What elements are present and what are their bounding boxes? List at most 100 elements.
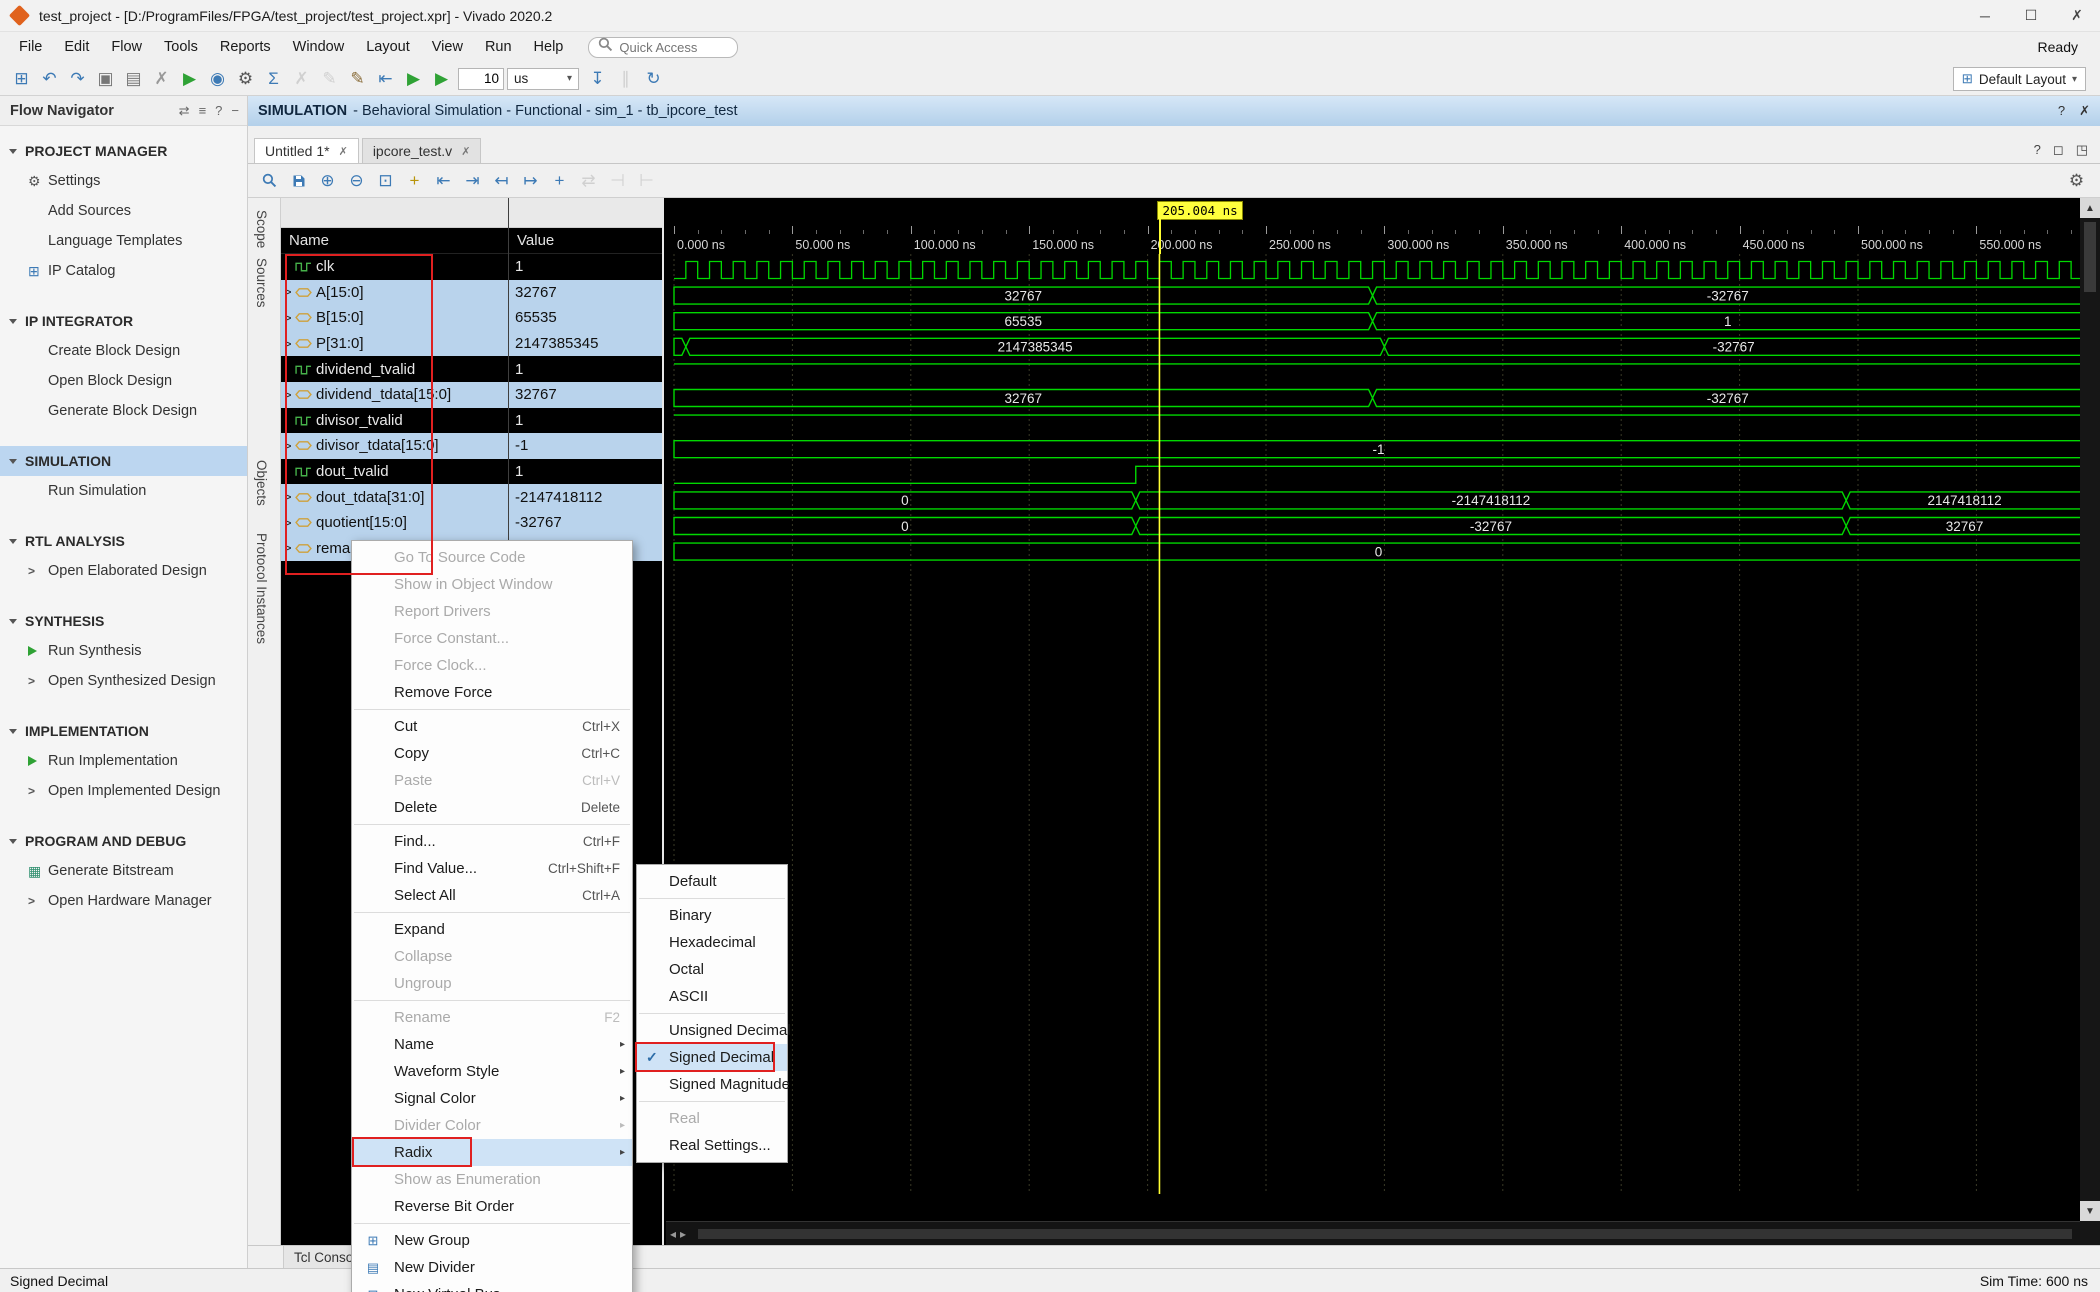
float-icon[interactable]: ◻ <box>2053 142 2064 158</box>
help-icon[interactable]: ? <box>2058 103 2065 119</box>
menu-help[interactable]: Help <box>523 32 575 62</box>
vertical-scroll-thumb[interactable] <box>2084 222 2096 292</box>
signal-value[interactable]: 65535 <box>509 305 662 331</box>
maximize-icon[interactable]: ◳ <box>2076 142 2088 158</box>
relaunch-icon[interactable]: ↻ <box>640 66 667 92</box>
signal-value[interactable]: -2147418112 <box>509 484 662 510</box>
signal-row[interactable]: divisor_tvalid <box>281 408 508 434</box>
scroll-right-icon[interactable]: ▸ <box>680 1227 686 1241</box>
quick-access-box[interactable] <box>588 37 738 58</box>
fn-header-simulation[interactable]: SIMULATION <box>0 446 247 476</box>
fn-item-open-implemented-design[interactable]: >Open Implemented Design <box>0 776 247 806</box>
menu-item-new-virtual-bus[interactable]: ⊟New Virtual Bus <box>352 1281 632 1292</box>
signal-row[interactable]: >quotient[15:0] <box>281 510 508 536</box>
timeline-ruler[interactable]: 0.000 ns50.000 ns100.000 ns150.000 ns200… <box>666 198 2080 254</box>
signal-row[interactable]: >A[15:0] <box>281 280 508 306</box>
go-to-start-icon[interactable]: ⇤ <box>430 168 457 194</box>
signal-value[interactable]: -32767 <box>509 510 662 536</box>
wave-settings-gear-icon[interactable]: ⚙ <box>2063 168 2090 194</box>
menu-tools[interactable]: Tools <box>153 32 209 62</box>
menu-item-expand[interactable]: Expand <box>352 916 632 943</box>
run-all-icon[interactable]: ▶ <box>400 66 427 92</box>
tab-ipcore-test-v[interactable]: ipcore_test.v✗ <box>362 138 482 163</box>
menu-layout[interactable]: Layout <box>355 32 421 62</box>
signal-value[interactable]: 2147385345 <box>509 331 662 357</box>
menu-item-waveform-style[interactable]: Waveform Style▸ <box>352 1058 632 1085</box>
delete-icon[interactable]: ✗ <box>148 66 175 92</box>
menu-item-cut[interactable]: CutCtrl+X <box>352 713 632 740</box>
menu-item-new-divider[interactable]: ▤New Divider <box>352 1254 632 1281</box>
value-column-header[interactable]: Value <box>509 228 662 254</box>
run-manage-icon[interactable]: ◉ <box>204 66 231 92</box>
time-unit-select[interactable]: us ▾ <box>507 68 579 90</box>
fn-item-generate-bitstream[interactable]: ▦Generate Bitstream <box>0 856 247 886</box>
menu-item-unsigned-decimal[interactable]: Unsigned Decimal <box>637 1017 787 1044</box>
fn-item-settings[interactable]: ⚙Settings <box>0 166 247 196</box>
vertical-scrollbar[interactable]: ▲ ▼ <box>2080 198 2100 1245</box>
report-sigma-icon[interactable]: Σ <box>260 66 287 92</box>
signal-value[interactable]: 1 <box>509 408 662 434</box>
scroll-down-icon[interactable]: ▼ <box>2080 1201 2100 1221</box>
find-icon[interactable] <box>256 168 283 194</box>
copy-icon[interactable]: ▣ <box>92 66 119 92</box>
signal-row[interactable]: dout_tvalid <box>281 459 508 485</box>
menu-item-default[interactable]: Default <box>637 868 787 895</box>
scroll-up-icon[interactable]: ▲ <box>2080 198 2100 218</box>
redo-icon[interactable]: ↷ <box>64 66 91 92</box>
expand-chevron-icon[interactable]: > <box>281 337 295 351</box>
run-icon[interactable]: ▶ <box>176 66 203 92</box>
menu-item-select-all[interactable]: Select AllCtrl+A <box>352 882 632 909</box>
expand-chevron-icon[interactable]: > <box>281 490 295 504</box>
menu-item-new-group[interactable]: ⊞New Group <box>352 1227 632 1254</box>
fn-header-program-and-debug[interactable]: PROGRAM AND DEBUG <box>0 826 247 856</box>
open-window-icon[interactable]: ⊞ <box>8 66 35 92</box>
menu-item-hexadecimal[interactable]: Hexadecimal <box>637 929 787 956</box>
zoom-out-icon[interactable]: ⊖ <box>343 168 370 194</box>
side-tab-objects[interactable]: Objects <box>254 460 269 506</box>
step-icon[interactable]: ↧ <box>584 66 611 92</box>
name-column-header[interactable]: Name <box>281 228 508 254</box>
fn-item-generate-block-design[interactable]: Generate Block Design <box>0 396 247 426</box>
menu-item-name[interactable]: Name▸ <box>352 1031 632 1058</box>
menu-run[interactable]: Run <box>474 32 523 62</box>
help-icon[interactable]: ? <box>2034 142 2041 158</box>
probe-icon[interactable]: ✎ <box>344 66 371 92</box>
menu-item-ascii[interactable]: ASCII <box>637 983 787 1010</box>
maximize-button[interactable]: ☐ <box>2008 0 2054 31</box>
fn-item-open-hardware-manager[interactable]: >Open Hardware Manager <box>0 886 247 916</box>
tab-untitled-1[interactable]: Untitled 1*✗ <box>254 138 359 163</box>
cursor-time-label[interactable]: 205.004 ns <box>1157 201 1242 220</box>
fn-header-project-manager[interactable]: PROJECT MANAGER <box>0 136 247 166</box>
signal-value[interactable]: 1 <box>509 254 662 280</box>
signal-row[interactable]: >dout_tdata[31:0] <box>281 484 508 510</box>
fn-item-create-block-design[interactable]: Create Block Design <box>0 336 247 366</box>
restart-sim-icon[interactable]: ⇤ <box>372 66 399 92</box>
menu-item-copy[interactable]: CopyCtrl+C <box>352 740 632 767</box>
fn-header-synthesis[interactable]: SYNTHESIS <box>0 606 247 636</box>
paste-icon[interactable]: ▤ <box>120 66 147 92</box>
save-waveform-icon[interactable] <box>285 168 312 194</box>
run-time-input[interactable] <box>458 68 504 90</box>
signal-row[interactable]: clk <box>281 254 508 280</box>
menu-item-signal-color[interactable]: Signal Color▸ <box>352 1085 632 1112</box>
help-icon[interactable]: ? <box>215 103 222 119</box>
fn-header-ip-integrator[interactable]: IP INTEGRATOR <box>0 306 247 336</box>
menu-item-delete[interactable]: DeleteDelete <box>352 794 632 821</box>
side-tab-protocol-instances[interactable]: Protocol Instances <box>254 533 269 644</box>
signal-value[interactable]: -1 <box>509 433 662 459</box>
menu-view[interactable]: View <box>421 32 474 62</box>
fn-item-add-sources[interactable]: Add Sources <box>0 196 247 226</box>
menu-item-signed-magnitude[interactable]: Signed Magnitude <box>637 1071 787 1098</box>
fn-item-run-implementation[interactable]: Run Implementation <box>0 746 247 776</box>
expand-chevron-icon[interactable]: > <box>281 516 295 530</box>
expand-chevron-icon[interactable]: > <box>281 541 295 555</box>
menu-flow[interactable]: Flow <box>100 32 153 62</box>
side-tab-sources[interactable]: Sources <box>254 258 269 308</box>
add-marker-icon[interactable]: + <box>546 168 573 194</box>
signal-value[interactable]: 1 <box>509 459 662 485</box>
expand-chevron-icon[interactable]: > <box>281 285 295 299</box>
fn-header-implementation[interactable]: IMPLEMENTATION <box>0 716 247 746</box>
settings-gear-icon[interactable]: ⚙ <box>232 66 259 92</box>
menu-item-signed-decimal[interactable]: ✓Signed Decimal <box>637 1044 787 1071</box>
previous-transition-icon[interactable]: ↤ <box>488 168 515 194</box>
